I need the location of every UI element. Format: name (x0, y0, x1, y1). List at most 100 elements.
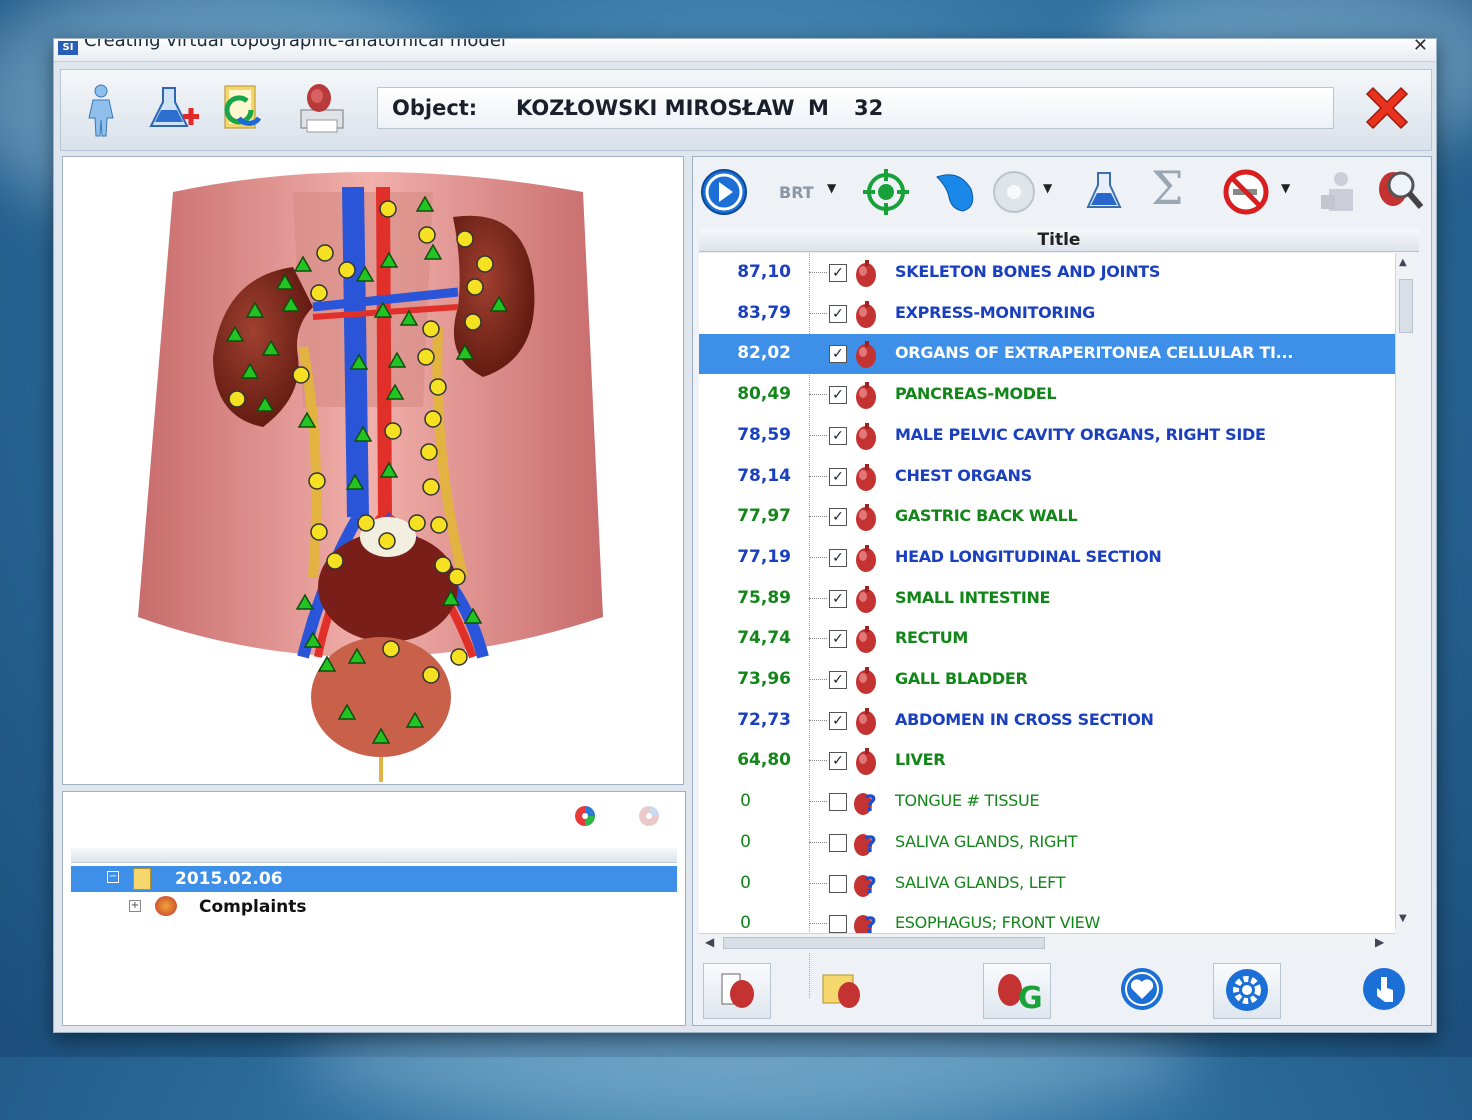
settings-button[interactable] (1213, 963, 1281, 1019)
heart-organ-icon (856, 707, 876, 735)
row-checkbox[interactable]: ✓ (829, 711, 847, 730)
sigma-icon[interactable]: Σ (1151, 161, 1184, 215)
row-checkbox[interactable]: ✓ (829, 752, 847, 771)
row-checkbox[interactable]: ✓ (829, 264, 847, 282)
flask-add-icon[interactable] (143, 80, 203, 140)
no-smoking-dropdown-icon[interactable]: ▼ (1281, 181, 1290, 195)
table-row[interactable]: 75,89 ✓ SMALL INTESTINE (699, 579, 1395, 619)
question-organ-icon: ? (854, 792, 877, 817)
vertical-scrollbar[interactable]: ▲ ▼ (1395, 253, 1416, 929)
row-checkbox[interactable]: ✓ (829, 508, 847, 527)
row-tree-connector (809, 760, 827, 762)
table-row[interactable]: 73,96 ✓ GALL BLADDER (699, 660, 1395, 700)
flask-icon[interactable] (1079, 167, 1129, 217)
row-tree-connector (809, 434, 827, 436)
table-row[interactable]: 83,79 ✓ EXPRESS-MONITORING (699, 294, 1395, 334)
table-row[interactable]: 0? SALIVA GLANDS, LEFT (699, 864, 1395, 904)
row-checkbox[interactable]: ✓ (829, 345, 847, 364)
table-row[interactable]: 77,19 ✓ HEAD LONGITUDINAL SECTION (699, 538, 1395, 578)
row-checkbox[interactable]: ✓ (829, 548, 847, 567)
folder-organ-button[interactable] (809, 963, 875, 1017)
app-icon: SI (58, 41, 78, 55)
blue-shape-icon[interactable] (929, 167, 979, 217)
collapse-icon[interactable]: − (107, 871, 119, 883)
row-checkbox[interactable] (829, 915, 847, 934)
table-row[interactable]: 78,59 ✓ MALE PELVIC CAVITY ORGANS, RIGHT S… (699, 416, 1395, 456)
expand-icon[interactable]: + (129, 900, 141, 912)
table-row[interactable]: 78,14 ✓ CHEST ORGANS (699, 457, 1395, 497)
disc-dropdown-icon[interactable]: ▼ (1043, 181, 1052, 195)
row-checkbox[interactable]: ✓ (829, 671, 847, 689)
colorwheel-icon[interactable] (571, 802, 599, 830)
table-row[interactable]: 77,97 ✓ GASTRIC BACK WALL (699, 497, 1395, 537)
brt-dropdown-icon[interactable]: ▼ (827, 181, 836, 195)
brt-label[interactable]: BRT (779, 183, 814, 202)
scroll-thumb[interactable] (1399, 279, 1413, 333)
row-value: 73,96 (737, 669, 791, 689)
row-value: 80,49 (737, 384, 791, 405)
row-checkbox[interactable]: ✓ (829, 386, 847, 405)
no-smoking-icon[interactable] (1221, 167, 1271, 217)
hand-pointer-button[interactable] (1351, 963, 1417, 1017)
main-window: SI Creating virtual topographic-anatomic… (53, 38, 1437, 1033)
target-icon[interactable] (861, 167, 911, 217)
scroll-down-icon[interactable]: ▼ (1399, 913, 1407, 924)
heart-button-icon (1121, 968, 1163, 1010)
h-scroll-thumb[interactable] (723, 937, 1045, 949)
red-x-icon[interactable] (1357, 80, 1417, 140)
anatomy-model-image[interactable] (63, 157, 683, 784)
row-title: CHEST ORGANS (895, 465, 1032, 485)
horizontal-scrollbar[interactable]: ◀ ▶ (699, 933, 1395, 952)
row-tree-connector (809, 841, 827, 843)
table-row[interactable]: 64,80 ✓ LIVER (699, 741, 1395, 781)
row-checkbox[interactable]: ✓ (829, 589, 847, 608)
history-row-complaints[interactable]: + Complaints (71, 894, 677, 920)
scroll-left-icon[interactable]: ◀ (705, 935, 714, 949)
table-row[interactable]: 74,74 ✓ RECTUM (699, 619, 1395, 659)
question-organ-icon: ? (854, 874, 877, 899)
complaints-label: Complaints (199, 897, 307, 917)
table-row[interactable]: 87,10 ✓ SKELETON BONES AND JOINTS (699, 253, 1395, 293)
table-row[interactable]: 80,49 ✓ PANCREAS-MODEL (699, 375, 1395, 415)
human-body-icon[interactable] (71, 80, 131, 140)
grid-header: Title (699, 229, 1419, 252)
history-date: 2015.02.06 (175, 869, 283, 889)
row-checkbox[interactable]: ✓ (829, 630, 847, 649)
row-title: TONGUE # TISSUE (895, 791, 1040, 811)
row-checkbox[interactable]: ✓ (829, 467, 847, 486)
table-row[interactable]: 0? TONGUE # TISSUE (699, 782, 1395, 822)
scroll-up-icon[interactable]: ▲ (1399, 257, 1407, 268)
history-header (71, 848, 677, 863)
table-row[interactable]: 82,02 ✓ ORGANS OF EXTRAPERITONEA CELLULAR … (699, 334, 1395, 375)
play-icon[interactable] (699, 167, 749, 217)
history-row-date[interactable]: − 2015.02.06 (71, 866, 677, 892)
row-tree-connector (809, 679, 827, 680)
organ-print-icon[interactable] (291, 80, 351, 140)
scroll-right-icon[interactable]: ▶ (1375, 935, 1384, 949)
table-row[interactable]: 0? SALIVA GLANDS, RIGHT (699, 823, 1395, 863)
row-tree-connector (809, 923, 827, 925)
row-tree-connector (809, 882, 827, 884)
row-checkbox[interactable] (829, 833, 847, 852)
row-tree-connector (809, 801, 827, 803)
row-value: 0 (740, 872, 751, 893)
grid-header-title[interactable]: Title (1038, 230, 1081, 250)
row-tree-connector (809, 475, 827, 477)
window-close-button[interactable]: ✕ (1413, 39, 1428, 57)
row-value: 64,80 (737, 750, 791, 771)
row-checkbox[interactable]: ✓ (829, 304, 847, 323)
complaints-icon (155, 896, 177, 916)
disc-icon[interactable] (989, 167, 1039, 217)
row-checkbox[interactable] (829, 874, 847, 893)
folder-refresh-icon[interactable] (217, 80, 277, 140)
heart-organ-icon (856, 748, 876, 776)
heart-button[interactable] (1109, 963, 1175, 1017)
table-row[interactable]: 72,73 ✓ ABDOMEN IN CROSS SECTION (699, 701, 1395, 741)
organ-search-icon[interactable] (1373, 165, 1425, 217)
organ-g-button[interactable]: G (983, 963, 1051, 1019)
report-organ-button[interactable] (703, 963, 771, 1019)
row-title: HEAD LONGITUDINAL SECTION (895, 546, 1162, 566)
row-value: 87,10 (737, 262, 791, 282)
row-checkbox[interactable] (829, 793, 847, 812)
row-checkbox[interactable]: ✓ (829, 426, 847, 445)
